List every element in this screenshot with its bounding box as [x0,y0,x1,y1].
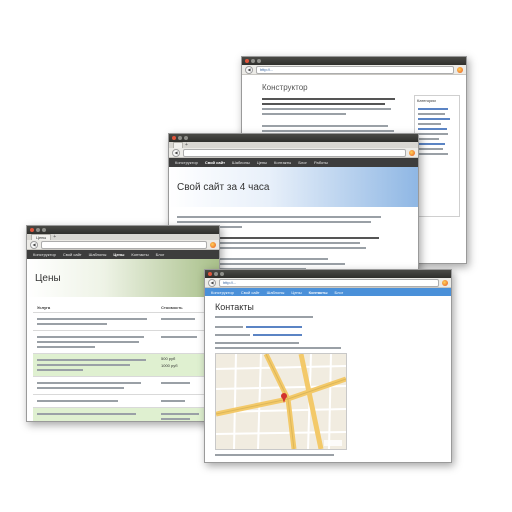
nav-item[interactable]: Шаблоны [232,160,250,165]
maximize-button[interactable] [257,59,261,63]
nav-item[interactable]: Шаблоны [89,252,107,257]
nav-item-active[interactable]: Свой сайт [205,160,225,165]
back-arrow-icon[interactable]: ◀ [172,148,180,157]
table-header-row: Услуга Стоимость [33,303,213,313]
url-bar[interactable]: http://... [256,65,454,74]
page-title: Конструктор [262,83,308,92]
page-body: Контакты [205,296,451,456]
hero-banner: Свой сайт за 4 часа [169,167,418,207]
new-tab-icon[interactable]: + [53,235,56,240]
url-bar[interactable]: http://... [219,278,439,287]
nav-item[interactable]: Цены [291,290,301,295]
table-row: 500 руб 1000 руб [33,354,213,377]
nav-item[interactable]: Конструктор [33,252,56,257]
page-title: Контакты [215,302,254,312]
nav-item[interactable]: Контакты [131,252,148,257]
firefox-icon[interactable] [457,66,463,73]
table-row [33,408,213,421]
nav-item[interactable]: Работы [314,160,328,165]
minimize-button[interactable] [251,59,255,63]
minimize-button[interactable] [36,228,40,232]
window-titlebar [205,270,451,278]
firefox-icon[interactable] [409,149,415,156]
table-row [33,313,213,331]
nav-item[interactable]: Конструктор [175,160,198,165]
maximize-button[interactable] [184,136,188,140]
browser-window-contacts: ◀ http://... Конструктор Свой сайт Шабло… [204,269,452,463]
navigation-toolbar: ◀ [169,148,418,158]
window-titlebar [242,57,466,65]
new-tab-icon[interactable]: + [185,143,188,148]
table-header-cell: Услуга [37,305,51,310]
url-bar[interactable] [41,240,207,249]
price-value: 500 руб [161,356,176,361]
close-button[interactable] [208,272,212,276]
navigation-toolbar: ◀ [27,240,219,250]
nav-item[interactable]: Блог [298,160,307,165]
close-button[interactable] [30,228,34,232]
nav-item[interactable]: Цены [257,160,267,165]
firefox-icon[interactable] [210,241,216,248]
nav-item-active[interactable]: Цены [113,252,124,257]
browser-tab[interactable]: Цены [31,234,52,240]
minimize-button[interactable] [214,272,218,276]
browser-tab[interactable] [173,142,183,148]
price-table: Услуга Стоимость 500 руб 1000 руб [33,303,213,421]
nav-item[interactable]: Конструктор [211,290,234,295]
back-arrow-icon[interactable]: ◀ [208,278,216,287]
close-button[interactable] [245,59,249,63]
firefox-icon[interactable] [442,279,448,286]
hero-banner: Цены [27,259,219,297]
window-titlebar [169,134,418,142]
site-navigation: Конструктор Свой сайт Шаблоны Цены Конта… [169,158,418,167]
nav-item-active[interactable]: Контакты [309,290,328,295]
back-arrow-icon[interactable]: ◀ [30,240,38,249]
nav-item[interactable]: Блог [156,252,165,257]
table-row [33,395,213,408]
nav-item[interactable]: Свой сайт [241,290,260,295]
screenshot-collage: { "windows": { "back": { "title": "", "u… [0,0,512,512]
window-titlebar [27,226,219,234]
price-value: 1000 руб [161,363,178,368]
nav-item[interactable]: Блог [335,290,344,295]
nav-item[interactable]: Свой сайт [63,252,82,257]
url-bar[interactable] [183,148,406,157]
maximize-button[interactable] [220,272,224,276]
nav-item[interactable]: Шаблоны [267,290,285,295]
page-title: Свой сайт за 4 часа [177,181,270,193]
table-row [33,377,213,395]
minimize-button[interactable] [178,136,182,140]
location-map[interactable] [215,353,347,450]
nav-item[interactable]: Контакты [274,160,291,165]
site-navigation: Конструктор Свой сайт Шаблоны Цены Конта… [27,250,219,259]
close-button[interactable] [172,136,176,140]
sidebar-title: Категории [417,98,436,103]
navigation-toolbar: ◀ http://... [242,65,466,75]
sidebar-panel: Категории [414,95,460,217]
page-title: Цены [35,272,61,284]
table-row [33,331,213,354]
maximize-button[interactable] [42,228,46,232]
browser-window-prices: Цены + ◀ Конструктор Свой сайт Шаблоны Ц… [26,225,220,422]
site-navigation: Конструктор Свой сайт Шаблоны Цены Конта… [205,288,451,296]
navigation-toolbar: ◀ http://... [205,278,451,288]
back-arrow-icon[interactable]: ◀ [245,65,253,74]
page-content: Конструктор [262,83,402,140]
